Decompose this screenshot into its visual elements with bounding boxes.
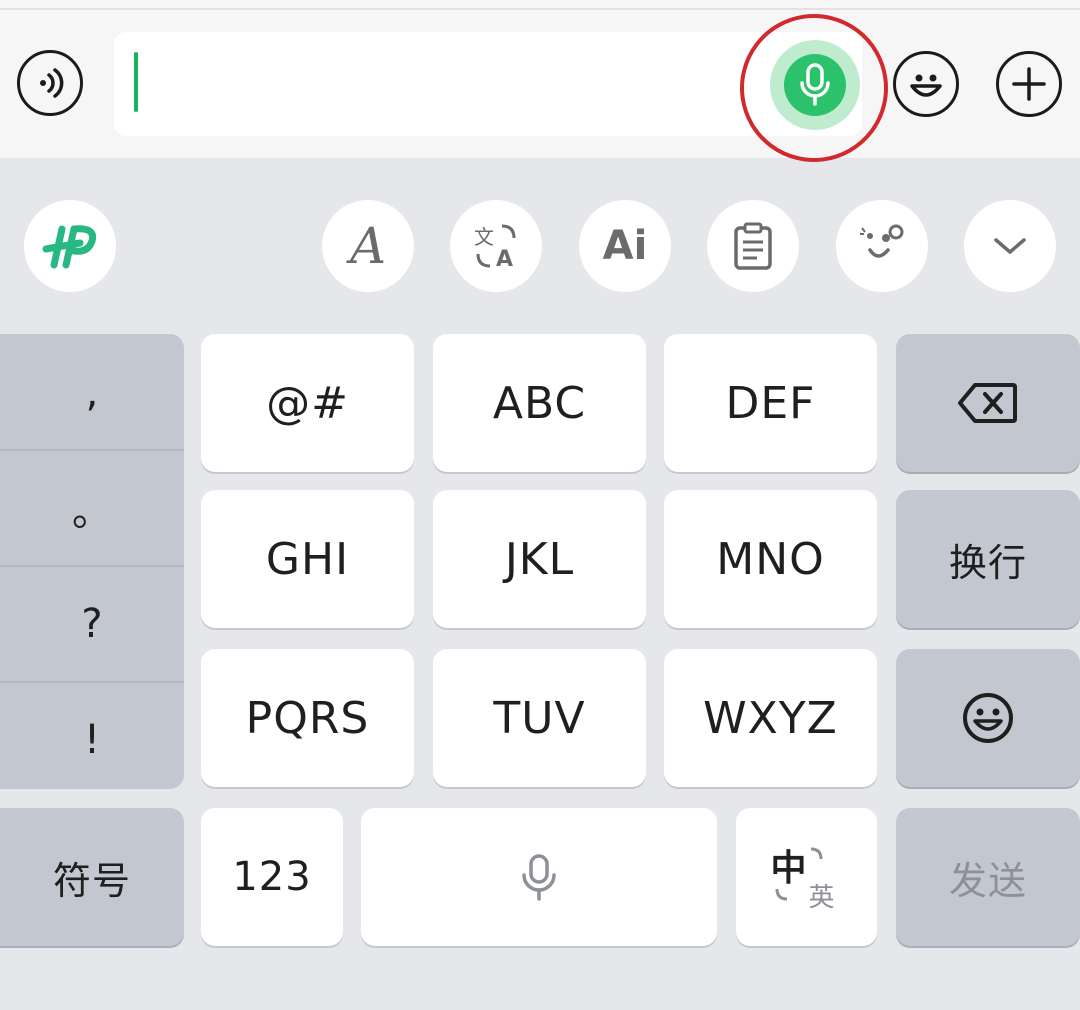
key-pqrs[interactable]: PQRS: [201, 649, 414, 787]
punct-comma-key[interactable]: ,: [0, 336, 184, 449]
text-cursor: [134, 52, 138, 112]
collapse-chevron-icon: [994, 238, 1026, 254]
voice-mode-button[interactable]: [17, 50, 83, 116]
key-symbols-at[interactable]: @#: [201, 334, 414, 472]
key-jkl[interactable]: JKL: [433, 490, 646, 628]
collapse-button[interactable]: [964, 200, 1056, 292]
backspace-icon: [958, 383, 1017, 423]
plus-icon: [1012, 67, 1046, 101]
language-switch-key[interactable]: 中 英: [736, 808, 877, 946]
keyboard-brand-logo-icon: [42, 225, 97, 269]
punct-exclaim-key[interactable]: !: [0, 683, 184, 796]
ai-assistant-icon: Ai: [602, 223, 648, 269]
svg-text:文: 文: [474, 225, 494, 249]
punct-period-key[interactable]: 。: [0, 451, 184, 564]
key-mno[interactable]: MNO: [664, 490, 877, 628]
sticker-face-icon: [860, 224, 904, 258]
translate-button[interactable]: 文 A: [450, 200, 542, 292]
microphone-icon: [522, 854, 556, 901]
key-abc[interactable]: ABC: [433, 334, 646, 472]
backspace-key[interactable]: [896, 334, 1080, 472]
key-def[interactable]: DEF: [664, 334, 877, 472]
symbols-key[interactable]: 符号: [0, 808, 184, 946]
ai-assistant-button[interactable]: Ai: [579, 200, 671, 292]
emoji-key[interactable]: [896, 649, 1080, 787]
add-button[interactable]: [996, 51, 1062, 117]
sticker-button[interactable]: [836, 200, 928, 292]
key-ghi[interactable]: GHI: [201, 490, 414, 628]
send-key[interactable]: 发送: [896, 808, 1080, 946]
handwriting-font-button[interactable]: A: [322, 200, 414, 292]
key-wxyz[interactable]: WXYZ: [664, 649, 877, 787]
keyboard-logo-button[interactable]: [24, 200, 116, 292]
numbers-key[interactable]: 123: [201, 808, 343, 946]
key-tuv[interactable]: TUV: [433, 649, 646, 787]
language-switch-label: 中 英: [767, 837, 847, 917]
newline-key[interactable]: 换行: [896, 490, 1080, 628]
clipboard-button[interactable]: [707, 200, 799, 292]
space-voice-key[interactable]: [361, 808, 717, 946]
clipboard-icon: [734, 222, 772, 270]
smiley-face-icon: [963, 693, 1013, 743]
svg-text:A: A: [496, 247, 513, 272]
translate-icon: 文 A: [474, 224, 516, 272]
divider: [0, 8, 1080, 10]
smiley-face-icon: [910, 74, 942, 97]
emoji-button[interactable]: [893, 51, 959, 117]
switch-arrows-icon: [775, 847, 822, 901]
punct-question-key[interactable]: ?: [0, 567, 184, 680]
speaker-voice-icon: [40, 68, 64, 98]
handwriting-font-icon: A: [349, 217, 387, 275]
